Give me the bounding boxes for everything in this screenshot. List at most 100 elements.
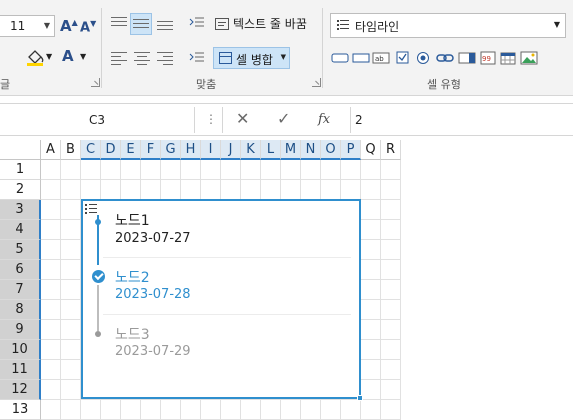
column-header[interactable]: F [141,140,161,160]
formula-input[interactable]: 2 [355,113,363,127]
confirm-icon[interactable]: ✓ [277,109,290,128]
align-left-button[interactable] [111,52,127,65]
column-header[interactable]: A [41,140,61,160]
font-color-button[interactable]: A [62,47,74,65]
column-header[interactable]: J [221,140,241,160]
paint-bucket-icon [27,50,44,66]
select-all-corner[interactable] [0,140,41,160]
row-header[interactable]: 5 [0,240,41,260]
wrap-text-button[interactable]: 텍스트 줄 바꿈 [215,15,307,32]
timeline-node-date: 2023-07-28 [115,287,191,302]
alignment-group-label: 맞춤 [196,78,217,91]
svg-text:ab: ab [375,55,384,63]
indent-button[interactable] [189,51,205,65]
timeline-node-dot [95,331,101,337]
timeline-node-title: 노드3 [115,327,150,343]
chevron-down-icon: ▼ [280,53,286,61]
button-cell-icon[interactable] [331,51,349,65]
align-right-button[interactable] [157,52,173,65]
row-header[interactable]: 10 [0,340,41,360]
column-header[interactable]: N [301,140,321,160]
timeline-divider [103,257,351,258]
timeline-list-icon [85,203,97,217]
timeline-node-title: 노드2 [115,270,150,286]
font-group-launcher[interactable] [91,78,100,87]
column-header[interactable]: Q [361,140,381,160]
formula-separator [222,107,223,133]
calendar-cell-icon[interactable] [500,51,516,65]
font-group-label: 글 [0,78,11,91]
column-header[interactable]: C [81,140,101,160]
row-header[interactable]: 11 [0,360,41,380]
shrink-font-button[interactable]: A▼ [80,19,96,35]
column-header[interactable]: I [201,140,221,160]
name-box[interactable]: C3 [0,107,195,133]
row-header[interactable]: 1 [0,160,41,180]
align-middle-button[interactable] [130,13,152,35]
row-header[interactable]: 6 [0,260,41,280]
cell-type-group-label: 셀 유형 [427,78,461,91]
row-header[interactable]: 12 [0,380,41,400]
column-header[interactable]: H [181,140,201,160]
column-header[interactable]: B [61,140,81,160]
formula-bar: C3 ⋮ ✕ ✓ fx 2 [0,103,573,136]
font-size-select[interactable]: 11 ▼ [0,15,55,37]
label-cell-icon[interactable]: ab [372,51,390,65]
column-header[interactable]: K [241,140,261,160]
alignment-group-launcher[interactable] [312,78,321,87]
timeline-list-icon [337,20,349,32]
column-header[interactable]: O [321,140,341,160]
timeline-cell[interactable]: 노드1 2023-07-27 노드2 2023-07-28 노드3 2023-0… [81,199,363,401]
merge-cells-button[interactable]: 셀 병합 ▼ [213,47,290,69]
align-center-button[interactable] [134,52,150,65]
column-header[interactable]: L [261,140,281,160]
formula-bar-grip[interactable]: ⋮ [205,112,217,126]
insert-function-button[interactable]: fx [318,112,330,127]
resize-handle[interactable] [357,395,363,401]
textbox-cell-icon[interactable] [352,51,370,65]
column-header[interactable]: E [121,140,141,160]
ribbon: 11 ▼ A▲ A▼ ▼ A ▼ 글 텍스트 줄 바꿈 셀 병합 ▼ 맞춤 타임… [0,0,573,96]
column-header[interactable]: G [161,140,181,160]
chevron-down-icon: ▼ [43,21,50,30]
row-header[interactable]: 2 [0,180,41,200]
row-header[interactable]: 9 [0,320,41,340]
merge-cells-icon [219,52,232,64]
cancel-icon[interactable]: ✕ [236,109,249,128]
row-header[interactable]: 4 [0,220,41,240]
cell-type-select[interactable]: 타임라인 ▼ [330,13,566,38]
column-header[interactable]: M [281,140,301,160]
orientation-icon [189,17,204,27]
fill-color-button[interactable] [26,48,46,66]
row-header[interactable]: 7 [0,280,41,300]
column-header[interactable]: P [341,140,361,160]
wrap-text-icon [215,18,229,30]
row-header[interactable]: 13 [0,400,41,420]
combobox-cell-icon[interactable] [458,51,476,65]
column-header[interactable]: R [381,140,401,160]
timeline-node-title: 노드1 [115,213,150,229]
image-cell-icon[interactable] [520,51,538,65]
text-orientation-button[interactable] [189,16,205,30]
row-header[interactable]: 8 [0,300,41,320]
font-color-dropdown[interactable]: ▼ [80,52,86,61]
font-size-value: 11 [10,19,26,33]
radio-cell-icon[interactable] [416,51,430,65]
numeric-cell-icon[interactable]: 99 [480,51,496,65]
timeline-node-dot [95,219,101,225]
fill-color-dropdown[interactable]: ▼ [46,52,52,61]
column-header[interactable]: D [101,140,121,160]
indent-icon [189,52,204,62]
grow-font-button[interactable]: A▲ [60,17,78,35]
checkbox-cell-icon[interactable] [396,51,410,65]
timeline-node-date: 2023-07-27 [115,231,191,246]
timeline-node-date: 2023-07-29 [115,344,191,359]
align-top-button[interactable] [111,17,127,29]
hyperlink-cell-icon[interactable] [436,51,454,65]
ribbon-separator [322,8,323,88]
align-bottom-button[interactable] [157,21,173,33]
formula-separator [350,107,351,133]
row-header[interactable]: 3 [0,200,41,220]
timeline-connector [97,285,99,331]
ribbon-separator [101,8,102,88]
